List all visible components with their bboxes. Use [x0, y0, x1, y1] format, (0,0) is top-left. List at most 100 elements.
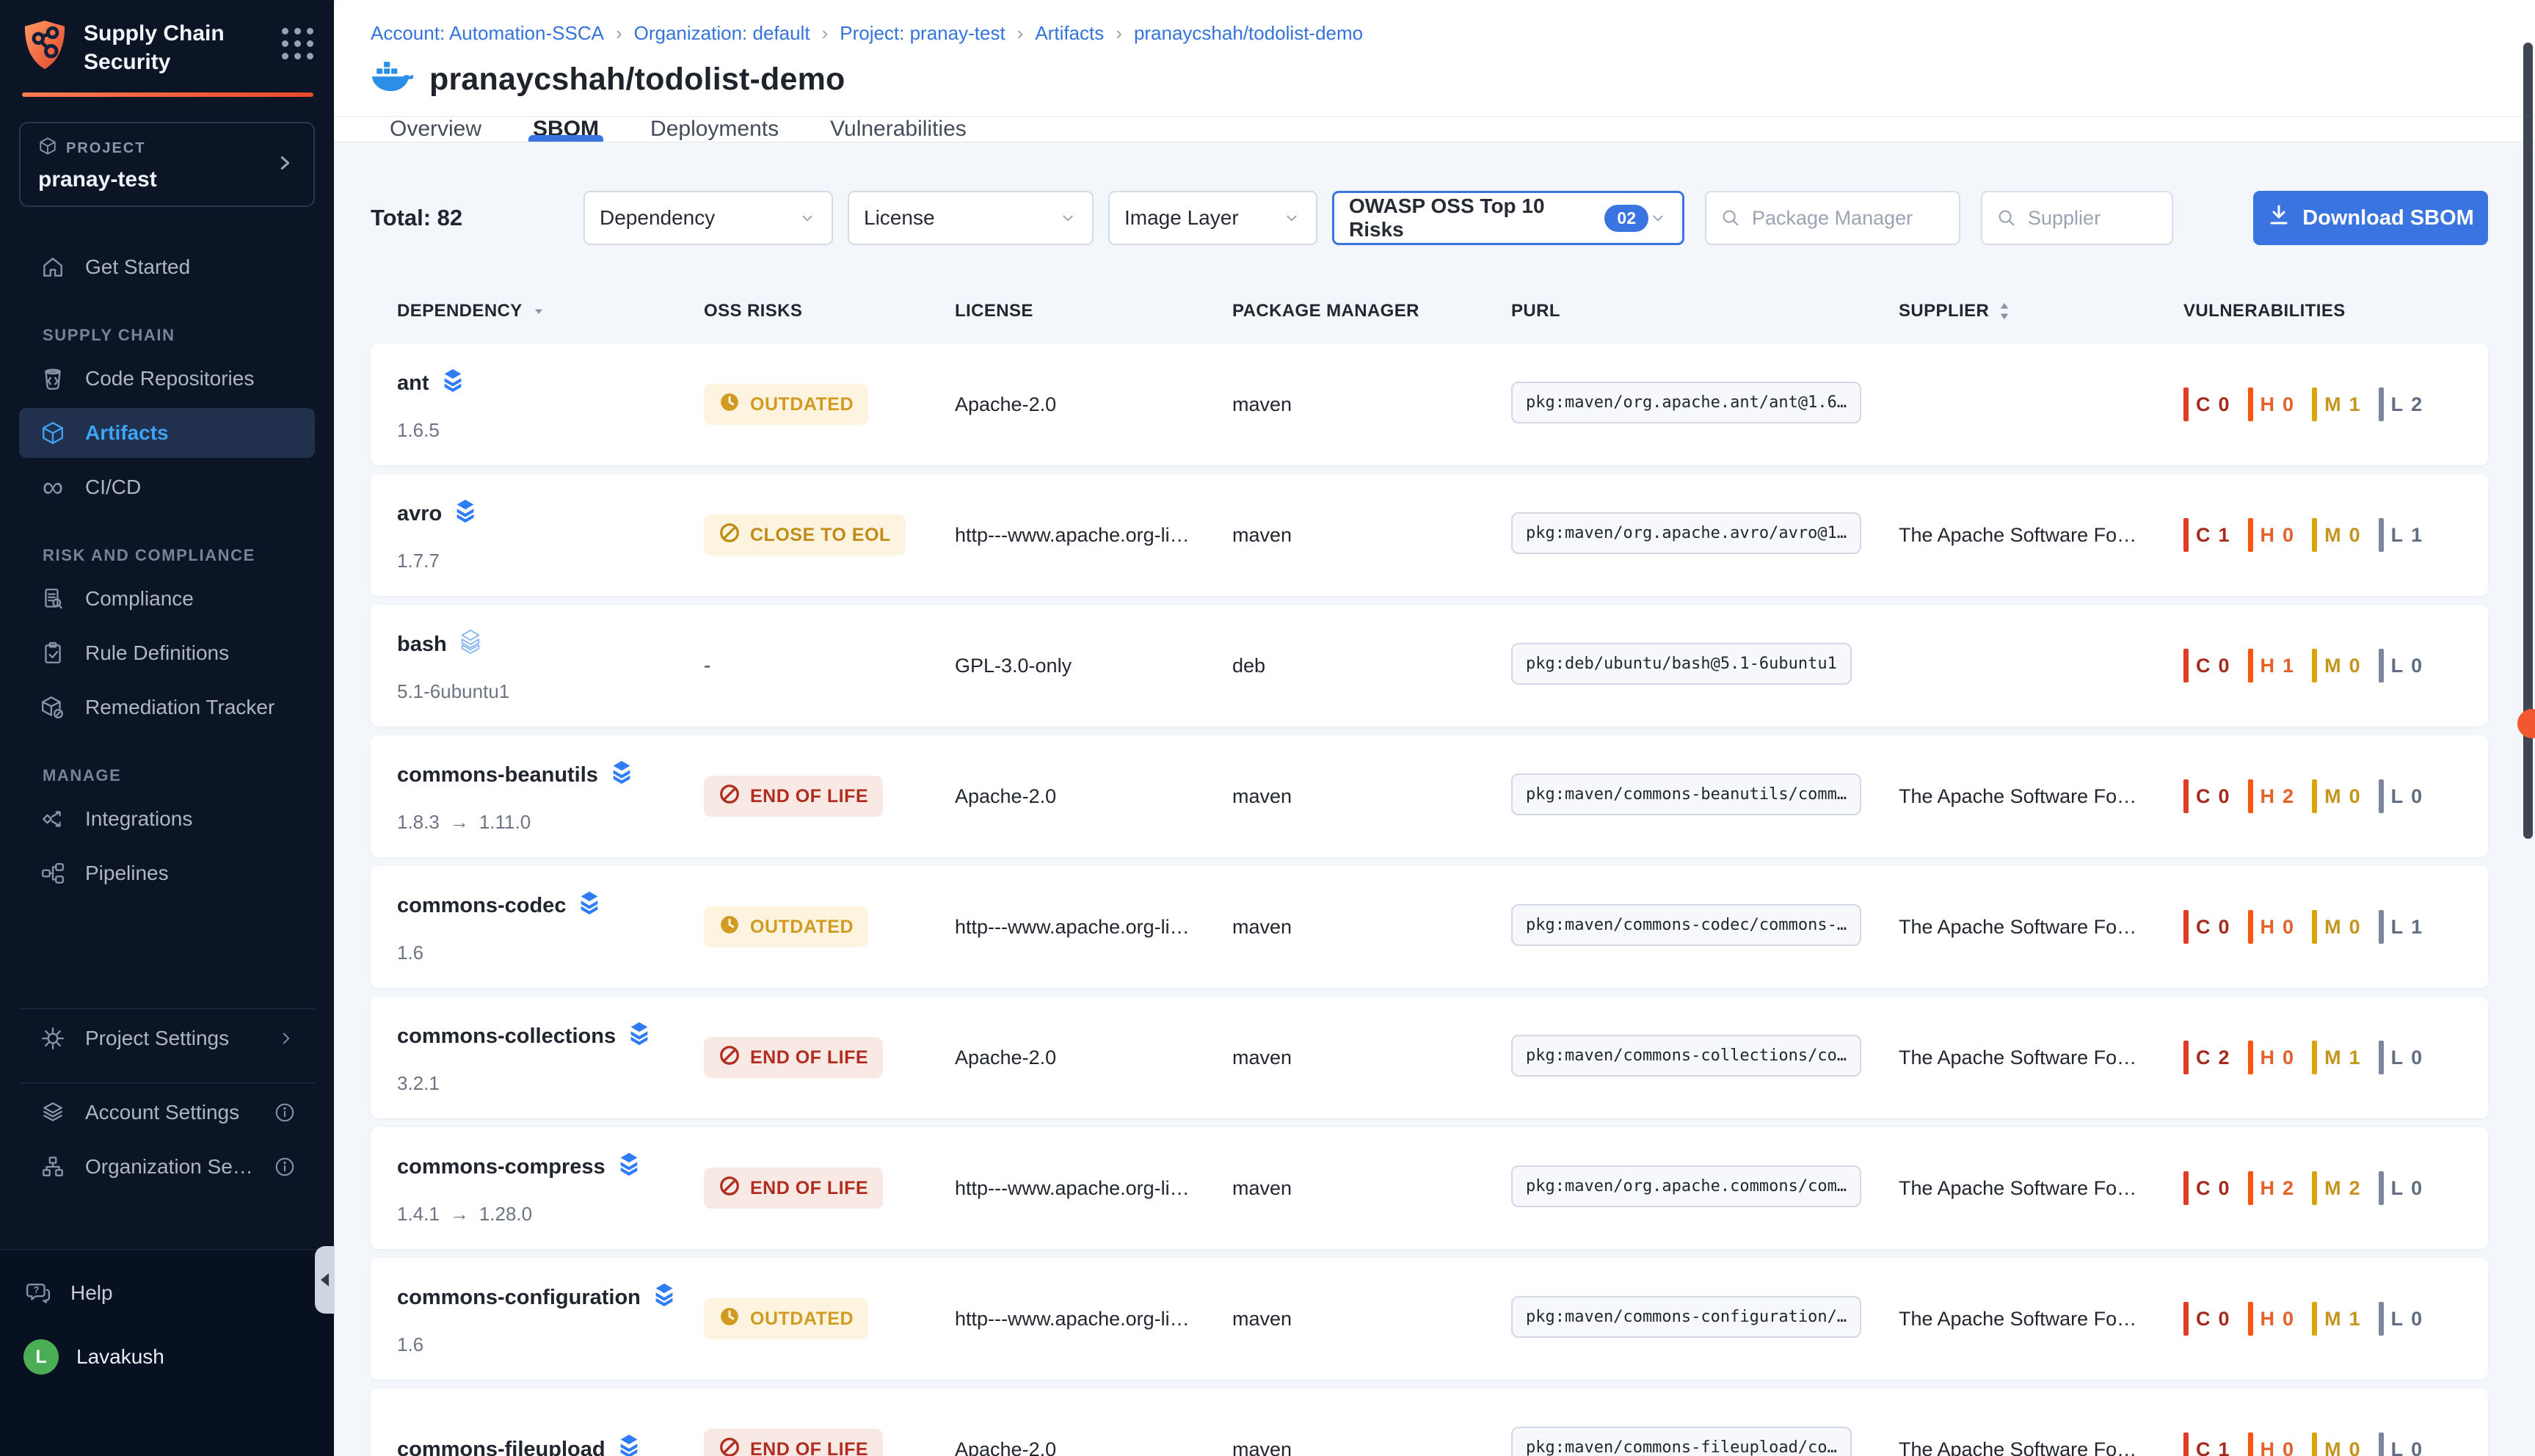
- package-manager-cell: maven: [1206, 785, 1485, 808]
- table-row[interactable]: commons-beanutils1.8.3→1.11.0END OF LIFE…: [371, 735, 2488, 857]
- sidebar-item-remediation-tracker[interactable]: Remediation Tracker: [19, 682, 315, 732]
- sidebar-item-artifacts[interactable]: Artifacts: [19, 408, 315, 458]
- sidebar-item-project-settings[interactable]: Project Settings: [19, 1013, 315, 1063]
- table-row[interactable]: commons-fileuploadEND OF LIFEApache-2.0m…: [371, 1388, 2488, 1456]
- sidebar-item-ci-cd[interactable]: ∞CI/CD: [19, 462, 315, 512]
- purl-value[interactable]: pkg:maven/org.apache.commons/com…: [1511, 1165, 1861, 1207]
- tab-sbom[interactable]: SBOM: [528, 117, 603, 142]
- home-icon: [38, 255, 68, 280]
- table-row[interactable]: commons-configuration1.6OUTDATEDhttp---w…: [371, 1258, 2488, 1380]
- purl-value[interactable]: pkg:maven/commons-fileupload/co…: [1511, 1427, 1852, 1456]
- column-header-purl[interactable]: PURL: [1485, 301, 1872, 321]
- breadcrumb-link[interactable]: Project: pranay-test: [840, 22, 1005, 45]
- module-grid-icon[interactable]: [282, 28, 313, 59]
- vuln-severity-bar: [2379, 910, 2384, 944]
- purl-value[interactable]: pkg:maven/commons-configuration/…: [1511, 1296, 1861, 1338]
- purl-value[interactable]: pkg:maven/org.apache.ant/ant@1.6…: [1511, 382, 1861, 423]
- tab-vulnerabilities[interactable]: Vulnerabilities: [826, 117, 971, 142]
- vuln-severity-letter: H: [2261, 655, 2276, 677]
- table-row[interactable]: bash5.1-6ubuntu1-GPL-3.0-onlydebpkg:deb/…: [371, 605, 2488, 727]
- sidebar-item-label: Project Settings: [85, 1027, 229, 1050]
- sidebar-item-get-started[interactable]: Get Started: [19, 242, 315, 292]
- table-row[interactable]: avro1.7.7CLOSE TO EOLhttp---www.apache.o…: [371, 474, 2488, 596]
- vuln-count-l: L1: [2379, 910, 2423, 944]
- filter-label: OWASP OSS Top 10 Risks02: [1349, 194, 1648, 241]
- table-row[interactable]: commons-collections3.2.1END OF LIFEApach…: [371, 997, 2488, 1118]
- column-header-dependency[interactable]: DEPENDENCY: [371, 301, 677, 321]
- breadcrumb-link[interactable]: Account: Automation-SSCA: [371, 22, 604, 45]
- oss-risk-cell: END OF LIFE: [677, 1037, 928, 1078]
- filter-license[interactable]: License: [848, 191, 1094, 245]
- help-button[interactable]: ? Help: [23, 1281, 310, 1306]
- column-header-vulnerabilities[interactable]: VULNERABILITIES: [2157, 301, 2488, 321]
- license-cell: http---www.apache.org-lice…: [928, 1308, 1206, 1331]
- vuln-severity-bar: [2248, 387, 2253, 421]
- filter-dependency[interactable]: Dependency: [583, 191, 833, 245]
- sidebar-settings-bottom: Account SettingsOrganization Settings: [0, 1083, 334, 1192]
- download-sbom-button[interactable]: Download SBOM: [2253, 191, 2488, 245]
- column-header-supplier[interactable]: SUPPLIER: [1872, 301, 2157, 321]
- user-menu[interactable]: L Lavakush: [23, 1339, 310, 1375]
- vuln-severity-count: 1: [2349, 1046, 2361, 1069]
- vuln-severity-count: 2: [2283, 1177, 2294, 1200]
- filter-owasp-oss-top-10-risks[interactable]: OWASP OSS Top 10 Risks02: [1332, 191, 1684, 245]
- column-header-label: VULNERABILITIES: [2183, 301, 2346, 321]
- sidebar-item-rule-definitions[interactable]: Rule Definitions: [19, 628, 315, 678]
- purl-value[interactable]: pkg:maven/org.apache.avro/avro@1…: [1511, 512, 1861, 554]
- search-input-supplier[interactable]: [2028, 207, 2158, 230]
- dependency-name-row: commons-compress: [397, 1151, 677, 1184]
- project-selector[interactable]: PROJECT pranay-test: [19, 122, 315, 207]
- table-row[interactable]: commons-codec1.6OUTDATEDhttp---www.apach…: [371, 866, 2488, 988]
- purl-value[interactable]: pkg:deb/ubuntu/bash@5.1-6ubuntu1: [1511, 643, 1852, 685]
- sidebar-item-integrations[interactable]: Integrations: [19, 794, 315, 844]
- sidebar-item-pipelines[interactable]: Pipelines: [19, 848, 315, 898]
- column-header-package-manager[interactable]: PACKAGE MANAGER: [1206, 301, 1485, 321]
- breadcrumb-link[interactable]: Organization: default: [634, 22, 810, 45]
- vuln-severity-letter: M: [2324, 655, 2342, 677]
- purl-value[interactable]: pkg:maven/commons-beanutils/comm…: [1511, 774, 1861, 815]
- sidebar-item-account-settings[interactable]: Account Settings: [19, 1088, 315, 1138]
- vuln-severity-letter: M: [2324, 1438, 2342, 1456]
- vuln-severity-letter: L: [2391, 1438, 2404, 1456]
- tab-overview[interactable]: Overview: [385, 117, 486, 142]
- vuln-severity-count: 0: [2349, 916, 2361, 939]
- vuln-severity-letter: L: [2391, 785, 2404, 808]
- oss-risk-label: END OF LIFE: [750, 786, 868, 807]
- package-manager-cell: maven: [1206, 1046, 1485, 1069]
- sidebar-item-code-repositories[interactable]: Code Repositories: [19, 354, 315, 404]
- license-cell: http---www.apache.org-lice…: [928, 916, 1206, 939]
- purl-cell: pkg:maven/commons-beanutils/comm…: [1485, 774, 1872, 819]
- vuln-severity-letter: H: [2261, 524, 2276, 547]
- vuln-severity-count: 0: [2219, 1177, 2230, 1200]
- vuln-severity-letter: M: [2324, 916, 2342, 939]
- vulnerabilities-cell: C0H1M0L0: [2157, 649, 2488, 682]
- vuln-severity-bar: [2183, 1171, 2189, 1205]
- vuln-severity-count: 0: [2349, 1438, 2361, 1456]
- column-header-oss-risks[interactable]: OSS RISKS: [677, 301, 928, 321]
- table-row[interactable]: ant1.6.5OUTDATEDApache-2.0mavenpkg:maven…: [371, 343, 2488, 465]
- sidebar-item-organization-settings[interactable]: Organization Settings: [19, 1142, 315, 1192]
- tab-deployments[interactable]: Deployments: [646, 117, 783, 142]
- table-row[interactable]: commons-compress1.4.1→1.28.0END OF LIFEh…: [371, 1127, 2488, 1249]
- breadcrumb-link[interactable]: Artifacts: [1035, 22, 1104, 45]
- vuln-severity-bar: [2183, 910, 2189, 944]
- project-label: PROJECT: [66, 140, 145, 157]
- purl-cell: pkg:maven/org.apache.avro/avro@1…: [1485, 512, 1872, 558]
- chevron-down-icon: [1058, 208, 1077, 228]
- purl-value[interactable]: pkg:maven/commons-codec/commons-…: [1511, 904, 1861, 946]
- vuln-count-l: L0: [2379, 649, 2423, 682]
- filter-image-layer[interactable]: Image Layer: [1108, 191, 1317, 245]
- dependency-version-row: 1.6: [397, 942, 677, 964]
- column-header-label: PACKAGE MANAGER: [1232, 301, 1419, 321]
- dependency-name: commons-codec: [397, 894, 566, 918]
- vuln-severity-letter: L: [2391, 1308, 2404, 1331]
- sidebar-collapse-handle[interactable]: [315, 1246, 335, 1314]
- breadcrumb-link[interactable]: pranaycshah/todolist-demo: [1134, 22, 1363, 45]
- purl-value[interactable]: pkg:maven/commons-collections/co…: [1511, 1035, 1861, 1077]
- dependency-cell: bash5.1-6ubuntu1: [371, 629, 677, 703]
- column-header-license[interactable]: LICENSE: [928, 301, 1206, 321]
- clock-icon: [719, 391, 741, 418]
- sidebar-item-compliance[interactable]: Compliance: [19, 574, 315, 624]
- search-input-package-manager[interactable]: [1752, 207, 1946, 230]
- vuln-count-l: L0: [2379, 1041, 2423, 1074]
